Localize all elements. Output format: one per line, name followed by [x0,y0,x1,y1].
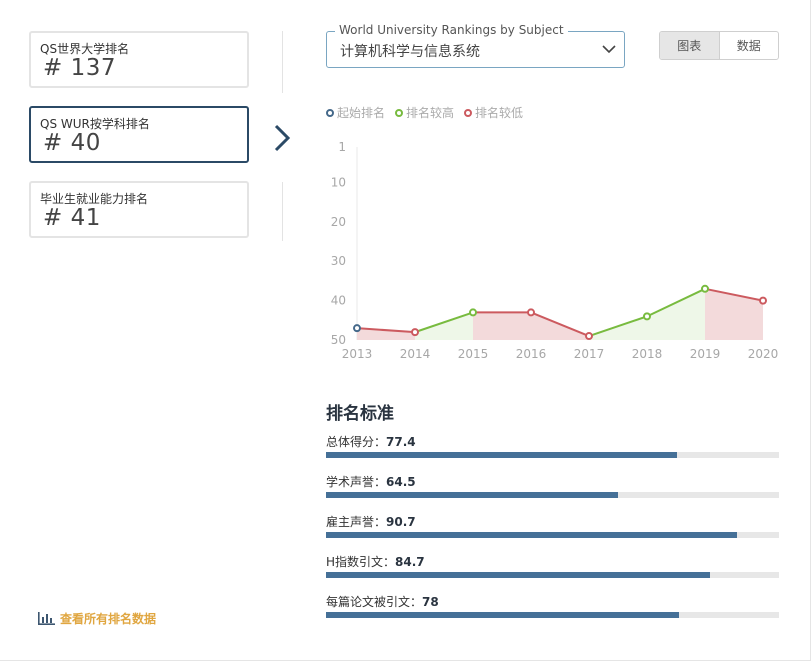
x-tick-label: 2014 [400,347,431,361]
criterion-bar [326,452,779,458]
segment-area [415,312,473,340]
y-tick-label: 1 [338,140,346,154]
view-toggle: 图表 数据 [659,31,779,60]
criterion-bar [326,532,779,538]
rank-card-value: # 137 [43,55,116,81]
criterion-text: 雇主声誉：90.7 [326,513,779,530]
criterion-bar [326,492,779,498]
subject-select[interactable]: World University Rankings by Subject 计算机… [326,23,625,68]
criterion-label: H指数引文： [326,555,396,569]
divider [282,31,283,93]
subject-select-value: 计算机科学与信息系统 [340,44,480,60]
y-tick-label: 50 [331,333,346,347]
criterion-overall: 总体得分：77.4 [326,433,779,458]
data-point [759,296,767,305]
criterion-value: 64.5 [386,475,416,489]
x-tick-label: 2016 [516,347,547,361]
criterion-bar-fill [326,492,619,498]
criterion-academic: 学术声誉：64.5 [326,473,779,498]
subject-select-legend: World University Rankings by Subject [335,23,568,37]
legend-label: 起始排名 [337,106,386,120]
circle-icon [326,108,334,117]
bar-chart-icon [38,612,55,625]
rank-card-subject[interactable]: QS WUR按学科排名 # 40 [29,106,249,163]
criterion-bar [326,572,779,578]
y-tick-label: 30 [331,254,346,268]
legend-label: 排名较高 [406,106,455,120]
criterion-text: 总体得分：77.4 [326,433,779,450]
divider [282,182,283,241]
data-point [701,284,709,293]
data-point [469,308,477,317]
legend-label: 排名较低 [475,106,524,120]
data-point [411,328,419,337]
view-all-rankings-link[interactable]: 查看所有排名数据 [38,610,156,627]
criterion-label: 雇主声誉： [326,515,387,529]
circle-icon [464,108,473,117]
y-tick-label: 10 [331,175,346,189]
rank-card-world[interactable]: QS世界大学排名 # 137 [29,31,249,88]
legend-item-lower: 排名较低 [464,104,523,121]
criterion-value: 78 [422,595,439,609]
view-all-label: 查看所有排名数据 [60,612,157,626]
criterion-label: 总体得分： [326,435,387,449]
segment-area [705,288,763,340]
x-tick-label: 2018 [632,347,663,361]
tab-data[interactable]: 数据 [720,32,779,59]
criterion-employer: 雇主声誉：90.7 [326,513,779,538]
x-tick-label: 2017 [574,347,605,361]
circle-icon [395,108,404,117]
criteria-title: 排名标准 [326,404,394,424]
x-tick-label: 2020 [748,347,779,361]
segment-area [473,312,531,340]
criterion-bar-fill [326,452,677,458]
criterion-label: 学术声誉： [326,475,387,489]
criterion-text: 学术声誉：64.5 [326,473,779,490]
y-tick-label: 40 [331,294,346,308]
criterion-bar-fill [326,612,680,618]
criterion-bar-fill [326,572,710,578]
data-point [585,332,593,341]
rank-card-employability[interactable]: 毕业生就业能力排名 # 41 [29,181,249,238]
chevron-right-icon [274,124,291,152]
criterion-label: 每篇论文被引文： [326,595,423,609]
segment-area [647,288,705,340]
data-point [353,324,361,333]
data-point [643,312,651,321]
criterion-bar [326,612,779,618]
legend-item-higher: 排名较高 [395,104,454,121]
x-tick-label: 2019 [690,347,721,361]
x-tick-label: 2015 [458,347,489,361]
criterion-text: 每篇论文被引文：78 [326,593,779,610]
criterion-text: H指数引文：84.7 [326,553,779,570]
rank-card-value: # 41 [43,205,101,231]
chevron-down-icon [602,45,616,54]
criterion-value: 90.7 [386,515,416,529]
chart-legend: 起始排名 排名较高 排名较低 [326,104,523,121]
criterion-citations: 每篇论文被引文：78 [326,593,779,618]
x-tick-label: 2013 [342,347,373,361]
y-tick-label: 20 [331,215,346,229]
data-point [527,308,535,317]
criterion-bar-fill [326,532,737,538]
criterion-value: 77.4 [386,435,416,449]
legend-item-start: 起始排名 [326,104,385,121]
rank-history-chart: 1 10 20 30 40 502013 2014 2015 2016 2017 2018 2019 2… [331,140,779,361]
criterion-value: 84.7 [395,555,425,569]
rank-card-value: # 40 [43,130,101,156]
criterion-h-index: H指数引文：84.7 [326,553,779,578]
tab-chart[interactable]: 图表 [660,32,720,59]
